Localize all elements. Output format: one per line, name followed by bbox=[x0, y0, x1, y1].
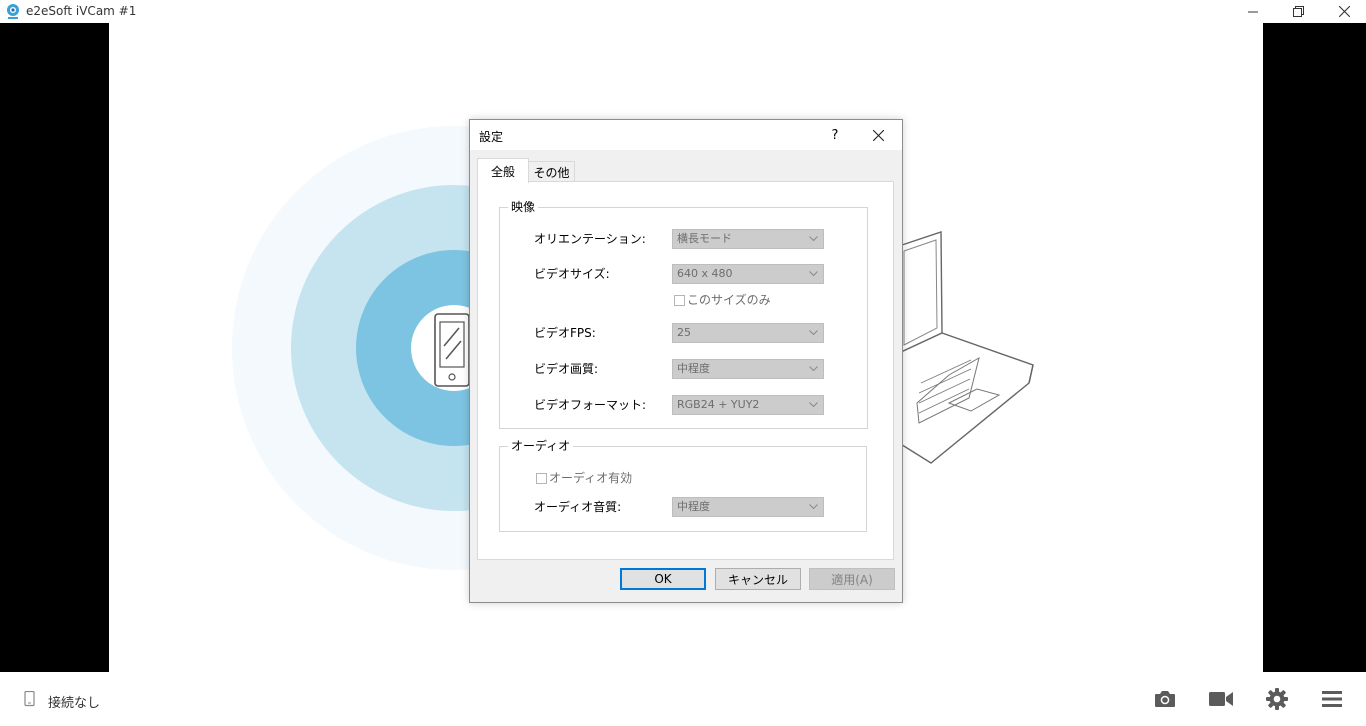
ivcam-app-icon bbox=[5, 3, 21, 20]
ok-button[interactable]: OK bbox=[620, 568, 706, 590]
menu-icon bbox=[1322, 691, 1342, 707]
dialog-close-button[interactable] bbox=[863, 123, 893, 147]
menu-button[interactable] bbox=[1318, 686, 1346, 712]
video-quality-value: 中程度 bbox=[677, 362, 710, 375]
settings-button[interactable] bbox=[1263, 686, 1291, 712]
window-titlebar: e2eSoft iVCam #1 bbox=[0, 0, 1366, 23]
restore-button[interactable] bbox=[1275, 0, 1321, 23]
restore-icon bbox=[1292, 6, 1304, 17]
audio-group-title: オーディオ bbox=[508, 439, 574, 453]
dialog-title: 設定 bbox=[479, 130, 504, 144]
chevron-down-icon bbox=[809, 504, 818, 510]
gear-icon bbox=[1266, 688, 1288, 710]
minimize-icon bbox=[1248, 11, 1258, 12]
camera-icon bbox=[1155, 691, 1175, 707]
audio-group: オーディオ オーディオ有効 オーディオ音質: 中程度 bbox=[499, 439, 867, 532]
left-letterbox bbox=[0, 23, 109, 672]
record-button[interactable] bbox=[1207, 686, 1235, 712]
phone-illustration-icon bbox=[434, 313, 470, 387]
chevron-down-icon bbox=[809, 402, 818, 408]
tab-other[interactable]: その他 bbox=[528, 161, 575, 182]
video-fps-select[interactable]: 25 bbox=[672, 323, 824, 343]
video-size-select[interactable]: 640 x 480 bbox=[672, 264, 824, 284]
close-icon bbox=[1338, 6, 1350, 17]
orientation-select[interactable]: 横長モード bbox=[672, 229, 824, 249]
orientation-label: オリエンテーション: bbox=[534, 232, 646, 246]
audio-enabled-checkbox[interactable] bbox=[536, 473, 547, 484]
status-bar: 接続なし bbox=[0, 672, 1366, 726]
video-fps-label: ビデオFPS: bbox=[534, 326, 596, 340]
settings-dialog: 設定 ? 全般 その他 映像 オリエンテーション: 横長モード ビデオサイズ: … bbox=[469, 119, 903, 603]
help-button[interactable]: ? bbox=[820, 123, 850, 147]
audio-quality-value: 中程度 bbox=[677, 500, 710, 513]
connection-status: 接続なし bbox=[48, 696, 101, 711]
right-letterbox bbox=[1263, 23, 1366, 672]
video-format-value: RGB24 + YUY2 bbox=[677, 398, 760, 411]
audio-quality-select[interactable]: 中程度 bbox=[672, 497, 824, 517]
audio-quality-label: オーディオ音質: bbox=[534, 500, 622, 514]
audio-enabled-label: オーディオ有効 bbox=[549, 471, 633, 485]
close-icon bbox=[872, 129, 884, 141]
minimize-button[interactable] bbox=[1230, 0, 1276, 23]
close-button[interactable] bbox=[1321, 0, 1366, 23]
video-size-value: 640 x 480 bbox=[677, 267, 733, 280]
video-icon bbox=[1209, 692, 1233, 706]
orientation-value: 横長モード bbox=[677, 232, 732, 245]
apply-button[interactable]: 適用(A) bbox=[809, 568, 895, 590]
chevron-down-icon bbox=[809, 366, 818, 372]
snapshot-button[interactable] bbox=[1151, 686, 1179, 712]
video-size-label: ビデオサイズ: bbox=[534, 267, 610, 281]
video-format-label: ビデオフォーマット: bbox=[534, 398, 647, 412]
dialog-titlebar: 設定 ? bbox=[470, 120, 902, 150]
tab-general[interactable]: 全般 bbox=[477, 158, 529, 183]
video-format-select[interactable]: RGB24 + YUY2 bbox=[672, 395, 824, 415]
size-only-checkbox[interactable] bbox=[674, 295, 685, 306]
video-fps-value: 25 bbox=[677, 326, 691, 339]
size-only-label: このサイズのみ bbox=[687, 293, 771, 307]
laptop-illustration-icon bbox=[898, 231, 1034, 464]
chevron-down-icon bbox=[809, 330, 818, 336]
video-group: 映像 オリエンテーション: 横長モード ビデオサイズ: 640 x 480 この… bbox=[499, 200, 868, 429]
video-quality-select[interactable]: 中程度 bbox=[672, 359, 824, 379]
cancel-button[interactable]: キャンセル bbox=[715, 568, 801, 590]
phone-icon bbox=[24, 690, 36, 710]
window-title: e2eSoft iVCam #1 bbox=[26, 4, 137, 18]
tab-panel-general: 映像 オリエンテーション: 横長モード ビデオサイズ: 640 x 480 この… bbox=[477, 181, 894, 560]
chevron-down-icon bbox=[809, 236, 818, 242]
video-quality-label: ビデオ画質: bbox=[534, 362, 599, 376]
video-group-title: 映像 bbox=[508, 200, 539, 214]
chevron-down-icon bbox=[809, 271, 818, 277]
